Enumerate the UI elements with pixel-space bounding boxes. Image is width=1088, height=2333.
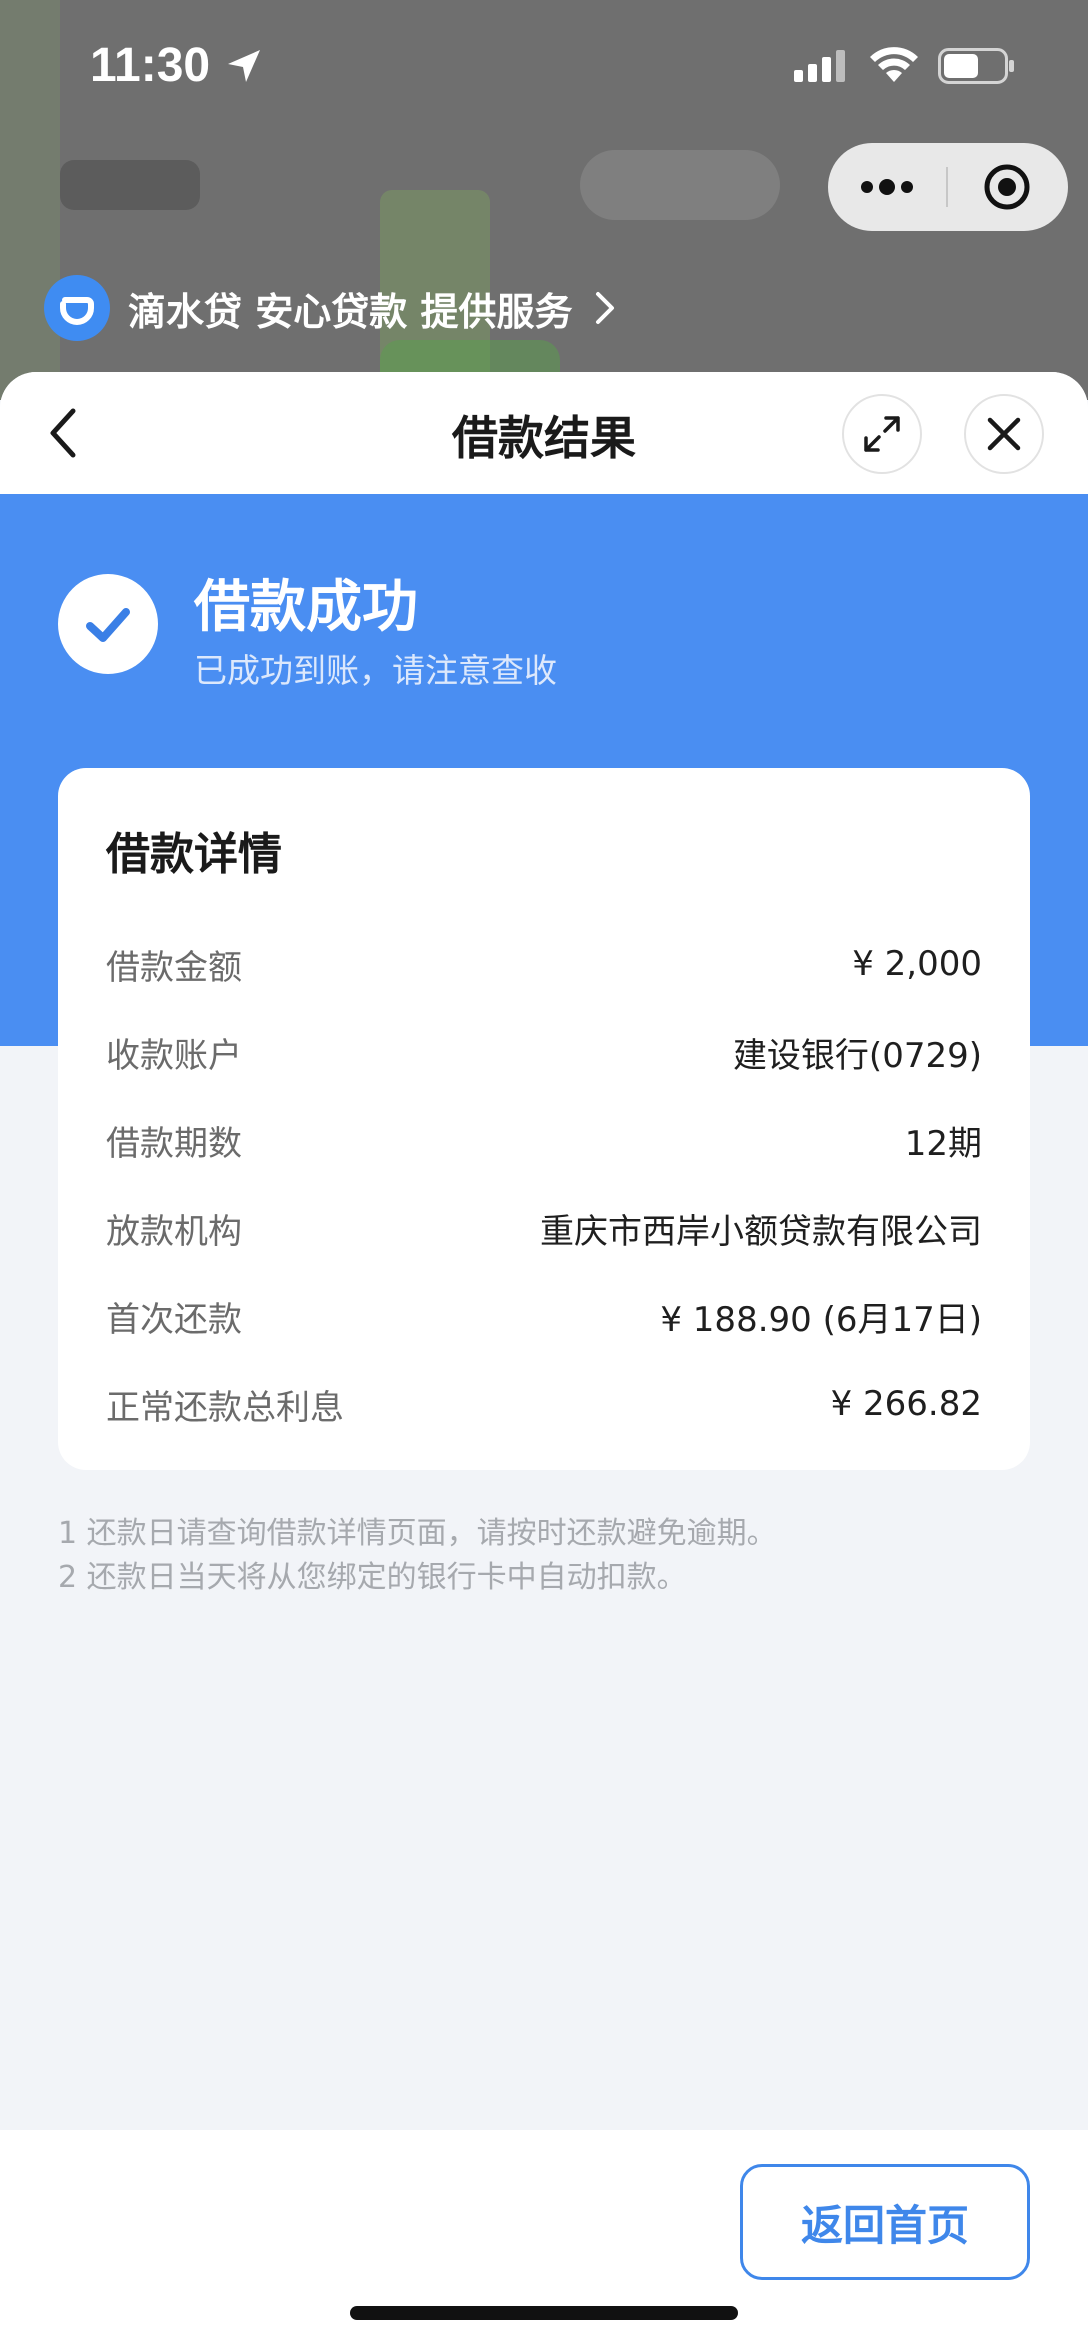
note-line: 2 还款日当天将从您绑定的银行卡中自动扣款。 bbox=[58, 1560, 687, 1595]
provider-logo-icon bbox=[44, 275, 110, 341]
details-title: 借款详情 bbox=[106, 829, 282, 880]
target-circle-icon bbox=[984, 164, 1030, 210]
detail-value: 建设银行(0729) bbox=[732, 1035, 982, 1076]
return-home-button[interactable]: 返回首页 bbox=[740, 2164, 1030, 2280]
detail-row-total-interest: 正常还款总利息 ¥ 266.82 bbox=[106, 1374, 982, 1434]
more-dots-icon bbox=[861, 179, 913, 195]
footer-bar: 返回首页 bbox=[0, 2130, 1088, 2333]
loan-details-card: 借款详情 借款金额 ¥ 2,000 收款账户 建设银行(0729) 借款期数 1… bbox=[58, 768, 1030, 1470]
repayment-notes: 1 还款日请查询借款详情页面，请按时还款避免逾期。 2 还款日当天将从您绑定的银… bbox=[58, 1512, 1038, 1600]
detail-row-amount: 借款金额 ¥ 2,000 bbox=[106, 934, 982, 994]
detail-row-account: 收款账户 建设银行(0729) bbox=[106, 1022, 982, 1082]
detail-label: 借款金额 bbox=[106, 947, 242, 988]
miniprogram-capsule bbox=[828, 143, 1068, 231]
detail-label: 放款机构 bbox=[106, 1211, 242, 1252]
more-options-button[interactable] bbox=[828, 143, 946, 231]
expand-icon bbox=[864, 416, 900, 452]
checkmark-icon bbox=[58, 574, 158, 674]
detail-row-lender: 放款机构 重庆市西岸小额贷款有限公司 bbox=[106, 1198, 982, 1258]
detail-label: 借款期数 bbox=[106, 1123, 242, 1164]
detail-value: 重庆市西岸小额贷款有限公司 bbox=[540, 1211, 982, 1252]
status-time: 11:30 bbox=[90, 39, 211, 92]
home-indicator[interactable] bbox=[350, 2306, 738, 2320]
wifi-icon bbox=[870, 47, 918, 82]
detail-row-first-repayment: 首次还款 ¥ 188.90 (6月17日) bbox=[106, 1286, 982, 1346]
location-arrow-icon bbox=[228, 50, 260, 82]
provider-text: 滴水贷 安心贷款 提供服务 bbox=[128, 289, 573, 334]
detail-row-periods: 借款期数 12期 bbox=[106, 1110, 982, 1170]
result-subtitle: 已成功到账，请注意查收 bbox=[194, 651, 557, 690]
note-line: 1 还款日请查询借款详情页面，请按时还款避免逾期。 bbox=[58, 1516, 777, 1551]
detail-value: ¥ 266.82 bbox=[830, 1384, 982, 1424]
cellular-signal-icon bbox=[794, 50, 845, 82]
status-bar: 11:30 bbox=[0, 0, 1088, 140]
expand-button[interactable] bbox=[842, 394, 922, 474]
detail-label: 正常还款总利息 bbox=[106, 1387, 344, 1428]
close-icon bbox=[987, 417, 1021, 451]
close-button[interactable] bbox=[964, 394, 1044, 474]
battery-icon bbox=[938, 48, 1014, 84]
result-title: 借款成功 bbox=[194, 575, 418, 640]
detail-value: 12期 bbox=[904, 1123, 982, 1164]
page-title: 借款结果 bbox=[452, 411, 636, 465]
chevron-right-icon bbox=[596, 292, 615, 324]
exit-miniprogram-button[interactable] bbox=[948, 143, 1066, 231]
sheet-header: 借款结果 bbox=[0, 372, 1088, 494]
detail-label: 首次还款 bbox=[106, 1299, 242, 1340]
detail-value: ¥ 188.90 (6月17日) bbox=[660, 1299, 982, 1340]
detail-label: 收款账户 bbox=[106, 1035, 242, 1076]
service-provider-link[interactable]: 滴水贷 安心贷款 提供服务 bbox=[44, 272, 620, 344]
detail-value: ¥ 2,000 bbox=[852, 944, 982, 984]
loan-result-sheet: 借款结果 借款成功 已成功到账，请注意查收 借款详情 借款金额 ¥ 2,000 … bbox=[0, 372, 1088, 2333]
